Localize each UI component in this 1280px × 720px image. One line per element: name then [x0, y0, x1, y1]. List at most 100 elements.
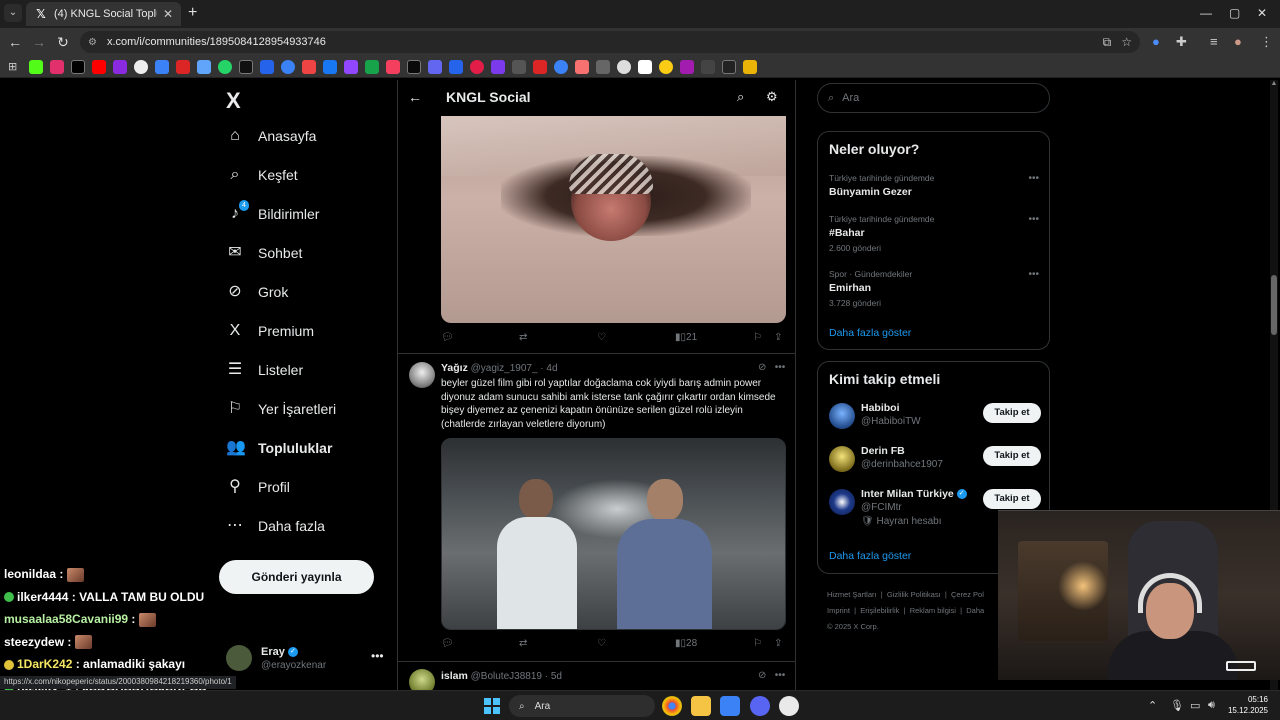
bookmark-icon[interactable] [617, 59, 631, 74]
bookmark-icon[interactable] [722, 59, 736, 74]
tweet-author-handle[interactable]: @BoluteJ38819 [471, 671, 542, 682]
bookmark-icon[interactable] [239, 59, 253, 74]
bookmark-icon[interactable] [155, 59, 169, 74]
app-icon[interactable] [779, 696, 799, 716]
bookmark-facebook-icon[interactable] [323, 59, 337, 74]
chrome-app-icon[interactable] [662, 696, 682, 716]
views-icon[interactable]: ▮▯ 28 [675, 638, 697, 649]
bookmark-icon[interactable] [701, 59, 715, 74]
bookmark-icon[interactable] [281, 59, 295, 74]
extension-icon[interactable]: ● [1152, 34, 1160, 49]
browser-menu-icon[interactable]: ⋮ [1260, 34, 1273, 50]
tweet-author-handle[interactable]: @yagiz_1907_ [471, 363, 538, 374]
bookmark-youtube-icon[interactable] [92, 59, 106, 74]
close-window-button[interactable]: ✕ [1257, 6, 1267, 20]
forward-icon[interactable]: → [30, 34, 48, 50]
bookmark-icon[interactable] [428, 59, 442, 74]
bookmark-twitch-icon[interactable] [344, 59, 358, 74]
retweet-icon[interactable]: ⇄ [519, 332, 527, 343]
bookmark-icon[interactable] [512, 59, 526, 74]
footer-link[interactable]: Daha [966, 606, 984, 615]
media-controls-icon[interactable]: ≡ [1210, 34, 1218, 49]
settings-gear-icon[interactable]: ⚙ [766, 89, 778, 105]
bookmark-icon[interactable] [533, 59, 547, 74]
extensions-puzzle-icon[interactable]: ✚ [1176, 34, 1187, 50]
back-arrow-icon[interactable]: ← [408, 89, 422, 105]
bookmark-icon[interactable]: ⚐ [753, 638, 762, 649]
account-switcher[interactable]: Eray ✓ @erayozkenar ••• [226, 645, 386, 675]
scroll-up-icon[interactable]: ▲ [1270, 80, 1278, 87]
back-icon[interactable]: ← [6, 34, 24, 50]
microphone-icon[interactable]: 🎙︎ [1170, 699, 1184, 712]
bookmark-icon[interactable] [176, 59, 190, 74]
nav-item[interactable]: X Premium [226, 322, 314, 340]
avatar[interactable] [409, 669, 435, 690]
bookmark-google-icon[interactable] [134, 59, 148, 74]
more-icon[interactable]: ••• [1028, 214, 1039, 225]
nav-item[interactable]: ⌕ Keşfet [226, 166, 298, 184]
windows-start-icon[interactable] [484, 698, 500, 714]
reply-icon[interactable]: 💬︎ [441, 332, 454, 343]
display-icon[interactable]: ▭ [1190, 699, 1200, 712]
footer-link[interactable]: Çerez Pol [951, 590, 984, 599]
share-icon[interactable]: ⇪ [774, 332, 782, 343]
file-explorer-icon[interactable] [691, 696, 711, 716]
trend-item[interactable]: Spor · Gündemdekiler Emirhan 3.728 gönde… [829, 269, 1039, 308]
footer-link[interactable]: Gizlilik Politikası [887, 590, 941, 599]
more-icon[interactable]: ••• [371, 649, 384, 663]
follow-button[interactable]: Takip et [983, 446, 1041, 466]
follow-suggestion[interactable]: Habiboi @HabiboiTW Takip et [829, 401, 1041, 437]
bookmark-icon[interactable] [491, 59, 505, 74]
store-app-icon[interactable] [720, 696, 740, 716]
bookmark-icon[interactable] [470, 59, 484, 74]
share-icon[interactable]: ⇪ [774, 638, 782, 649]
trend-item[interactable]: Türkiye tarihinde gündemde Bünyamin Geze… [829, 173, 1039, 198]
follow-suggestion[interactable]: Derin FB @derinbahce1907 Takip et [829, 444, 1041, 480]
tweet-time[interactable]: · 4d [540, 363, 557, 374]
like-icon[interactable]: ♡ [597, 638, 606, 649]
avatar[interactable] [409, 362, 435, 388]
trend-item[interactable]: Türkiye tarihinde gündemde #Bahar 2.600 … [829, 214, 1039, 253]
footer-link[interactable]: Hizmet Şartları [827, 590, 877, 599]
bookmark-icon[interactable] [575, 59, 589, 74]
bookmark-instagram-icon[interactable] [50, 59, 64, 74]
taskbar-clock[interactable]: 05:16 15.12.2025 [1226, 694, 1268, 716]
apps-grid-icon[interactable]: ⊞ [8, 60, 22, 74]
nav-item[interactable]: ⚲ Profil [226, 478, 290, 496]
bookmark-icon[interactable] [302, 59, 316, 74]
bookmark-icon[interactable] [554, 59, 568, 74]
tweet-author-name[interactable]: islam [441, 670, 468, 682]
bookmark-icon[interactable] [659, 59, 673, 74]
like-icon[interactable]: ♡ [597, 332, 606, 343]
taskbar-search[interactable]: ⌕ Ara [509, 695, 655, 717]
bookmark-icon[interactable] [260, 59, 274, 74]
grok-icon[interactable]: ⊘ [758, 362, 766, 373]
bookmark-icon[interactable] [680, 59, 694, 74]
bookmark-whatsapp-icon[interactable] [218, 59, 232, 74]
more-icon[interactable]: ••• [1028, 269, 1039, 280]
reload-icon[interactable]: ↻ [54, 34, 72, 50]
tab-close-icon[interactable]: ✕ [163, 7, 173, 21]
avatar[interactable] [829, 489, 855, 515]
bookmark-icon[interactable] [386, 59, 400, 74]
site-info-icon[interactable]: ⚙ [88, 37, 97, 48]
grok-icon[interactable]: ⊘ [758, 670, 766, 681]
address-bar[interactable]: ⚙ x.com/i/communities/189508412895493374… [80, 31, 1140, 53]
bookmark-icon[interactable] [113, 59, 127, 74]
follow-button[interactable]: Takip et [983, 403, 1041, 423]
new-tab-button[interactable]: + [188, 5, 197, 21]
views-icon[interactable]: ▮▯ 21 [675, 332, 697, 343]
bookmark-icon[interactable] [197, 59, 211, 74]
bookmark-icon[interactable] [596, 59, 610, 74]
footer-link[interactable]: Imprint [827, 606, 850, 615]
tweet-author-name[interactable]: Yağız [441, 362, 468, 374]
tab-search-button[interactable]: ⌄ [4, 4, 22, 22]
reply-icon[interactable]: 💬︎ [441, 638, 454, 649]
nav-item[interactable]: ♪ 4 Bildirimler [226, 200, 319, 223]
nav-item[interactable]: 👥 Topluluklar [226, 439, 332, 457]
profile-avatar-icon[interactable]: ● [1234, 34, 1242, 49]
nav-item[interactable]: ⋯ Daha fazla [226, 517, 325, 535]
more-icon[interactable]: ••• [775, 362, 786, 373]
post-button[interactable]: Gönderi yayınla [219, 560, 374, 594]
tray-chevron-icon[interactable]: ⌃ [1148, 699, 1157, 712]
